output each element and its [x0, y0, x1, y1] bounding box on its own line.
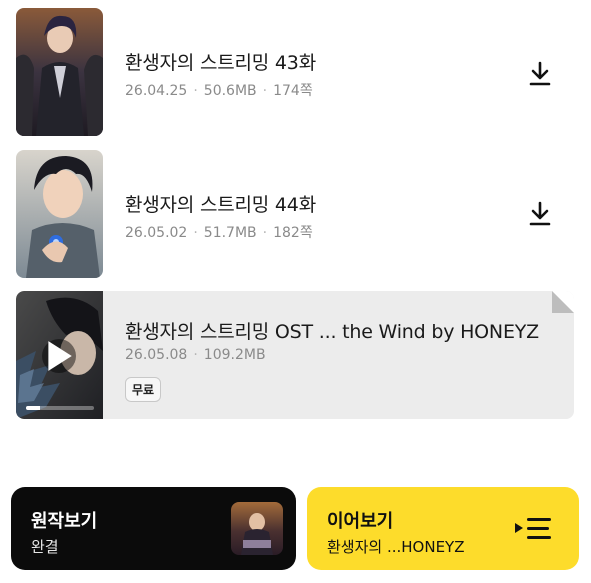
- completion-status: 완결: [31, 538, 59, 556]
- download-icon: [529, 201, 551, 226]
- episode-date: 26.05.02: [125, 225, 188, 241]
- ost-title: 환생자의 스트리밍 OST ... the Wind by HONEYZ: [125, 321, 539, 343]
- episode-meta: 26.04.25 · 50.6MB · 174쪽: [125, 83, 313, 99]
- episode-title: 환생자의 스트리밍 43화: [125, 52, 316, 74]
- original-cover-thumbnail: [231, 502, 283, 555]
- download-icon: [529, 61, 551, 86]
- episode-thumbnail: [16, 150, 103, 278]
- download-button[interactable]: [524, 58, 556, 90]
- episode-thumbnail: [16, 8, 103, 136]
- playlist-play-icon: [515, 518, 551, 539]
- playback-progress-bar: [26, 406, 94, 410]
- continue-reading-label: 이어보기: [327, 511, 394, 532]
- ost-size: 109.2MB: [203, 347, 266, 363]
- episode-row-44[interactable]: 환생자의 스트리밍 44화 26.05.02 · 51.7MB · 182쪽: [16, 150, 574, 278]
- episode-meta: 26.05.02 · 51.7MB · 182쪽: [125, 225, 313, 241]
- episode-size: 50.6MB: [203, 83, 257, 99]
- episode-date: 26.04.25: [125, 83, 188, 99]
- ost-thumbnail: [16, 291, 103, 419]
- corner-fold-icon: [552, 291, 574, 313]
- free-badge: 무료: [125, 377, 162, 402]
- continue-reading-button[interactable]: 이어보기 환생자의 ...HONEYZ: [307, 487, 579, 570]
- episode-title: 환생자의 스트리밍 44화: [125, 194, 316, 216]
- continue-reading-subtitle: 환생자의 ...HONEYZ: [327, 538, 465, 556]
- episode-row-43[interactable]: 환생자의 스트리밍 43화 26.04.25 · 50.6MB · 174쪽: [16, 8, 574, 136]
- download-button[interactable]: [524, 198, 556, 230]
- episode-pages: 182쪽: [273, 225, 313, 241]
- ost-meta: 26.05.08 · 109.2MB: [125, 347, 266, 363]
- playback-progress-fill: [26, 406, 40, 410]
- ost-date: 26.05.08: [125, 347, 188, 363]
- play-icon: [48, 341, 72, 371]
- ost-row[interactable]: 환생자의 스트리밍 OST ... the Wind by HONEYZ 26.…: [16, 291, 574, 419]
- view-original-label: 원작보기: [31, 511, 98, 532]
- episode-size: 51.7MB: [203, 225, 257, 241]
- episode-pages: 174쪽: [273, 83, 313, 99]
- play-button[interactable]: [42, 339, 76, 373]
- view-original-button[interactable]: 원작보기 완결: [11, 487, 296, 570]
